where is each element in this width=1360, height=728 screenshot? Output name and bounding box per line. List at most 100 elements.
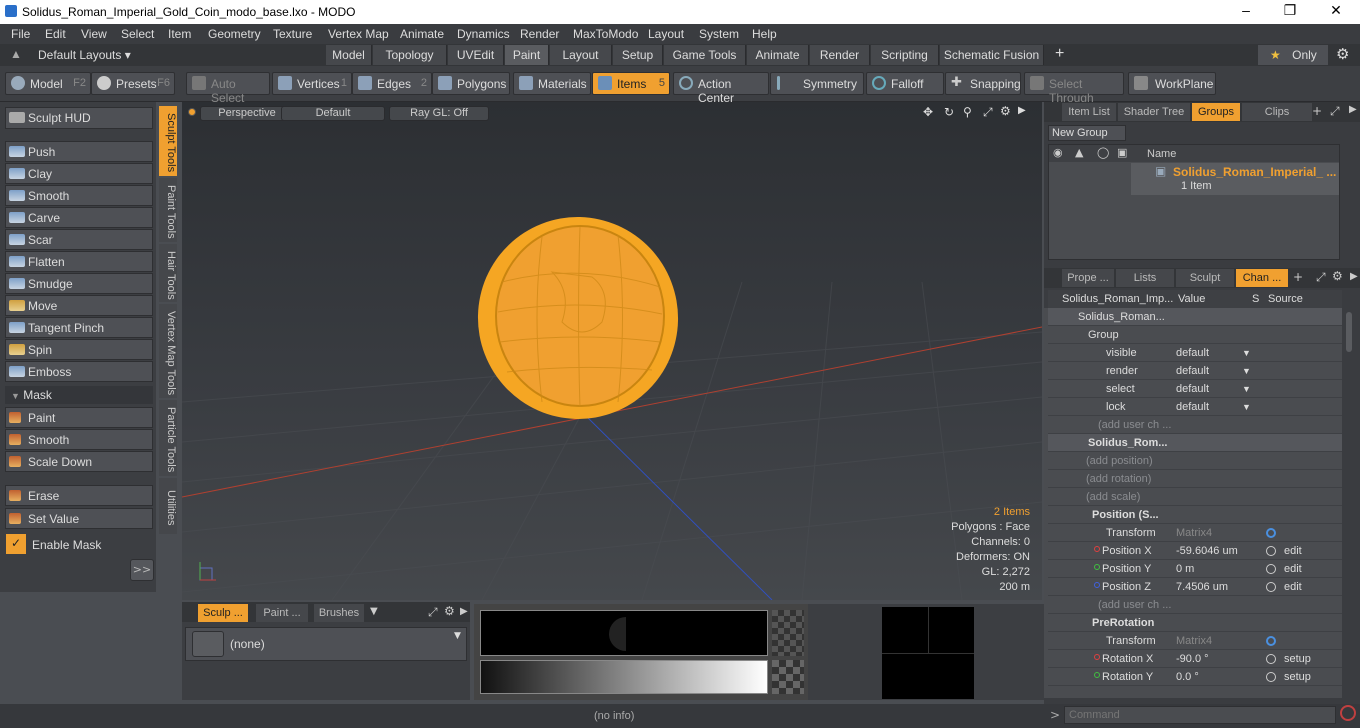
tab-item-list[interactable]: Item List: [1062, 103, 1116, 121]
channel-row[interactable]: Solidus_Rom...: [1048, 434, 1342, 452]
channel-value[interactable]: default: [1176, 401, 1209, 413]
channel-value[interactable]: -90.0 °: [1176, 653, 1209, 665]
menu-help[interactable]: Help: [752, 24, 777, 41]
menu-vertex-map[interactable]: Vertex Map: [328, 24, 389, 41]
render-icon[interactable]: ▲: [1075, 146, 1083, 159]
channel-row[interactable]: Solidus_Roman...: [1048, 308, 1342, 326]
add-tab-button[interactable]: +: [1055, 45, 1064, 63]
snapping-button[interactable]: ✚ Snapping: [945, 72, 1021, 95]
select-lock-icon[interactable]: ◯: [1097, 146, 1109, 159]
menu-layout[interactable]: Layout: [648, 24, 684, 41]
channel-row[interactable]: (add user ch ...: [1048, 416, 1342, 434]
tab-layout[interactable]: Layout: [550, 45, 612, 65]
tool-carve[interactable]: Carve: [5, 207, 153, 228]
maximize-icon[interactable]: ❐: [1280, 2, 1300, 19]
channel-value[interactable]: default: [1176, 347, 1209, 359]
state-icon[interactable]: [1266, 672, 1276, 682]
menu-edit[interactable]: Edit: [45, 24, 66, 41]
tab-clips[interactable]: Clips: [1242, 103, 1312, 121]
tab-lists[interactable]: Lists: [1116, 269, 1174, 287]
minimize-icon[interactable]: –: [1236, 2, 1256, 18]
mask-smooth[interactable]: Smooth: [5, 429, 153, 450]
visibility-eye-icon[interactable]: ◉: [1053, 146, 1063, 159]
vtab-particle-tools[interactable]: Particle Tools: [159, 400, 177, 476]
channel-row[interactable]: Group: [1048, 326, 1342, 344]
channel-row[interactable]: Position Y 0 m edit: [1048, 560, 1342, 578]
tool-emboss[interactable]: Emboss: [5, 361, 153, 382]
dropdown-arrow-icon[interactable]: ▼: [1242, 402, 1251, 412]
channel-row[interactable]: Position (S...: [1048, 506, 1342, 524]
action-center-button[interactable]: Action Center: [673, 72, 769, 105]
add-panel-tab-icon[interactable]: +: [1312, 104, 1322, 118]
channel-row[interactable]: (add user ch ...: [1048, 596, 1342, 614]
tool-clay[interactable]: Clay: [5, 163, 153, 184]
menu-maxtomodo[interactable]: MaxToModo: [573, 24, 638, 41]
channel-row[interactable]: (add scale): [1048, 488, 1342, 506]
tab-game-tools[interactable]: Game Tools: [664, 45, 746, 65]
channel-row[interactable]: Rotation Y 0.0 ° setup: [1048, 668, 1342, 686]
enable-mask-checkbox[interactable]: ✓: [6, 534, 26, 554]
pan-icon[interactable]: ✥: [923, 105, 933, 119]
tool-scar[interactable]: Scar: [5, 229, 153, 250]
color-swatch[interactable]: [882, 607, 974, 699]
tool-move[interactable]: Move: [5, 295, 153, 316]
tab-setup[interactable]: Setup: [613, 45, 663, 65]
default-layouts-dropdown[interactable]: Default Layouts ▾: [38, 48, 131, 62]
channel-row[interactable]: PreRotation: [1048, 614, 1342, 632]
channel-value[interactable]: Matrix4: [1176, 527, 1212, 539]
channel-row[interactable]: lock default ▼: [1048, 398, 1342, 416]
materials-button[interactable]: Materials: [513, 72, 591, 95]
falloff-button[interactable]: Falloff: [866, 72, 944, 95]
shading-dropdown[interactable]: Default: [281, 106, 385, 121]
tab-schematic-fusion[interactable]: Schematic Fusion: [940, 45, 1044, 65]
vertices-button[interactable]: Vertices 1: [272, 72, 352, 95]
tab-scripting[interactable]: Scripting: [871, 45, 939, 65]
state-icon[interactable]: [1266, 654, 1276, 664]
tool-smooth[interactable]: Smooth: [5, 185, 153, 206]
brushes-dropdown-icon[interactable]: ▼: [370, 606, 378, 617]
auto-select-button[interactable]: Auto Select: [186, 72, 270, 105]
channel-row[interactable]: visible default ▼: [1048, 344, 1342, 362]
tab-sculpt-brush[interactable]: Sculp ...: [198, 604, 248, 622]
new-group-button[interactable]: New Group: [1048, 125, 1126, 141]
menu-system[interactable]: System: [699, 24, 739, 41]
3d-viewport[interactable]: Perspective Default Ray GL: Off ✥ ↻ ⚲ ⤢ …: [182, 102, 1042, 600]
channels-scrollbar[interactable]: [1344, 308, 1354, 688]
state-icon[interactable]: [1266, 582, 1276, 592]
state-icon[interactable]: [1266, 636, 1276, 646]
channels-more-icon[interactable]: ▶: [1350, 271, 1358, 282]
menu-file[interactable]: File: [11, 24, 30, 41]
polygons-button[interactable]: Polygons: [432, 72, 510, 95]
tool-push[interactable]: Push: [5, 141, 153, 162]
command-input[interactable]: [1064, 706, 1336, 724]
tab-properties[interactable]: Prope ...: [1062, 269, 1114, 287]
gear-icon[interactable]: ⚙: [1336, 45, 1349, 63]
erase-button[interactable]: Erase: [5, 485, 153, 506]
tab-animate[interactable]: Animate: [747, 45, 809, 65]
mask-header[interactable]: ▼ Mask: [5, 386, 153, 404]
viewport-gear-icon[interactable]: ⚙: [1000, 104, 1011, 118]
tab-brushes[interactable]: Brushes: [314, 604, 364, 622]
perspective-dropdown[interactable]: Perspective: [200, 106, 294, 121]
tab-render[interactable]: Render: [810, 45, 870, 65]
group-row[interactable]: ▣ Solidus_Roman_Imperial_ ... 1 Item: [1131, 163, 1339, 195]
state-icon[interactable]: [1266, 546, 1276, 556]
edges-button[interactable]: Edges 2: [352, 72, 432, 95]
channel-row[interactable]: Transform Matrix4: [1048, 632, 1342, 650]
presets-button[interactable]: Presets F6: [91, 72, 175, 95]
tab-groups[interactable]: Groups: [1192, 103, 1240, 121]
channels-gear-icon[interactable]: ⚙: [1332, 269, 1343, 283]
add-channel-tab-icon[interactable]: +: [1293, 270, 1303, 284]
tab-topology[interactable]: Topology: [373, 45, 447, 65]
layout-arrow-icon[interactable]: ▲: [10, 47, 22, 61]
raygl-toggle[interactable]: Ray GL: Off: [389, 106, 489, 121]
channel-value[interactable]: Matrix4: [1176, 635, 1212, 647]
menu-geometry[interactable]: Geometry: [208, 24, 261, 41]
channel-value[interactable]: 0.0 °: [1176, 671, 1199, 683]
channel-row[interactable]: select default ▼: [1048, 380, 1342, 398]
tab-paint[interactable]: Paint: [505, 45, 549, 65]
channel-row[interactable]: Transform Matrix4: [1048, 524, 1342, 542]
gradient-ramp[interactable]: [480, 660, 768, 694]
channel-row[interactable]: (add rotation): [1048, 470, 1342, 488]
tab-shader-tree[interactable]: Shader Tree: [1118, 103, 1190, 121]
